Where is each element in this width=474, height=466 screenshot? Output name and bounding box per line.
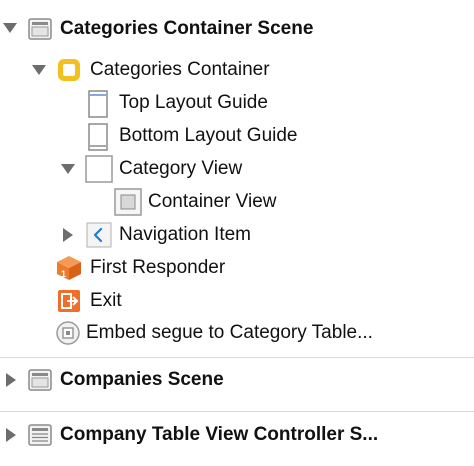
item-label: Top Layout Guide bbox=[119, 92, 268, 113]
outline-item-categories-container[interactable]: Categories Container bbox=[0, 55, 474, 85]
scene-title: Categories Container Scene bbox=[60, 18, 314, 39]
first-responder-icon: 1 bbox=[56, 255, 82, 281]
view-controller-icon bbox=[57, 58, 81, 82]
scene-icon bbox=[28, 17, 52, 41]
scene-separator bbox=[0, 357, 474, 358]
exit-icon bbox=[57, 289, 81, 313]
outline-item-navigation-item[interactable]: Navigation Item bbox=[0, 220, 474, 250]
svg-text:1: 1 bbox=[61, 269, 66, 279]
outline-item-top-layout-guide[interactable]: Top Layout Guide bbox=[0, 88, 474, 118]
scene-row-company-table-view-controller[interactable]: Company Table View Controller S... bbox=[0, 420, 474, 450]
top-layout-guide-icon bbox=[86, 90, 110, 118]
disclosure-collapsed-icon[interactable] bbox=[60, 227, 76, 243]
scene-title: Company Table View Controller S... bbox=[60, 424, 379, 445]
view-icon bbox=[85, 155, 113, 183]
disclosure-expanded-icon[interactable] bbox=[60, 161, 76, 177]
disclosure-expanded-icon[interactable] bbox=[2, 20, 18, 36]
scene-row-companies[interactable]: Companies Scene bbox=[0, 365, 474, 395]
scene-row-categories-container[interactable]: Categories Container Scene bbox=[0, 14, 474, 44]
scene-separator bbox=[0, 411, 474, 412]
table-scene-icon bbox=[28, 423, 52, 447]
outline-item-bottom-layout-guide[interactable]: Bottom Layout Guide bbox=[0, 121, 474, 151]
disclosure-collapsed-icon[interactable] bbox=[3, 372, 19, 388]
outline-item-category-view[interactable]: Category View bbox=[0, 154, 474, 184]
item-label: Navigation Item bbox=[119, 224, 252, 245]
item-label: Categories Container bbox=[90, 59, 270, 80]
outline-item-container-view[interactable]: Container View bbox=[0, 187, 474, 217]
outline-item-exit[interactable]: Exit bbox=[0, 286, 474, 316]
disclosure-expanded-icon[interactable] bbox=[31, 62, 47, 78]
item-label: Category View bbox=[119, 158, 243, 179]
outline-item-embed-segue[interactable]: Embed segue to Category Table... bbox=[0, 318, 474, 348]
item-label: Bottom Layout Guide bbox=[119, 125, 298, 146]
item-label: Container View bbox=[148, 191, 277, 212]
scene-icon bbox=[28, 368, 52, 392]
outline-item-first-responder[interactable]: 1 First Responder bbox=[0, 253, 474, 283]
bottom-layout-guide-icon bbox=[86, 123, 110, 151]
item-label: Embed segue to Category Table... bbox=[86, 322, 373, 343]
item-label: Exit bbox=[90, 290, 122, 311]
item-label: First Responder bbox=[90, 257, 226, 278]
scene-title: Companies Scene bbox=[60, 369, 224, 390]
disclosure-collapsed-icon[interactable] bbox=[3, 427, 19, 443]
navigation-item-icon bbox=[86, 222, 112, 248]
container-view-icon bbox=[114, 188, 142, 216]
segue-icon bbox=[55, 320, 81, 346]
